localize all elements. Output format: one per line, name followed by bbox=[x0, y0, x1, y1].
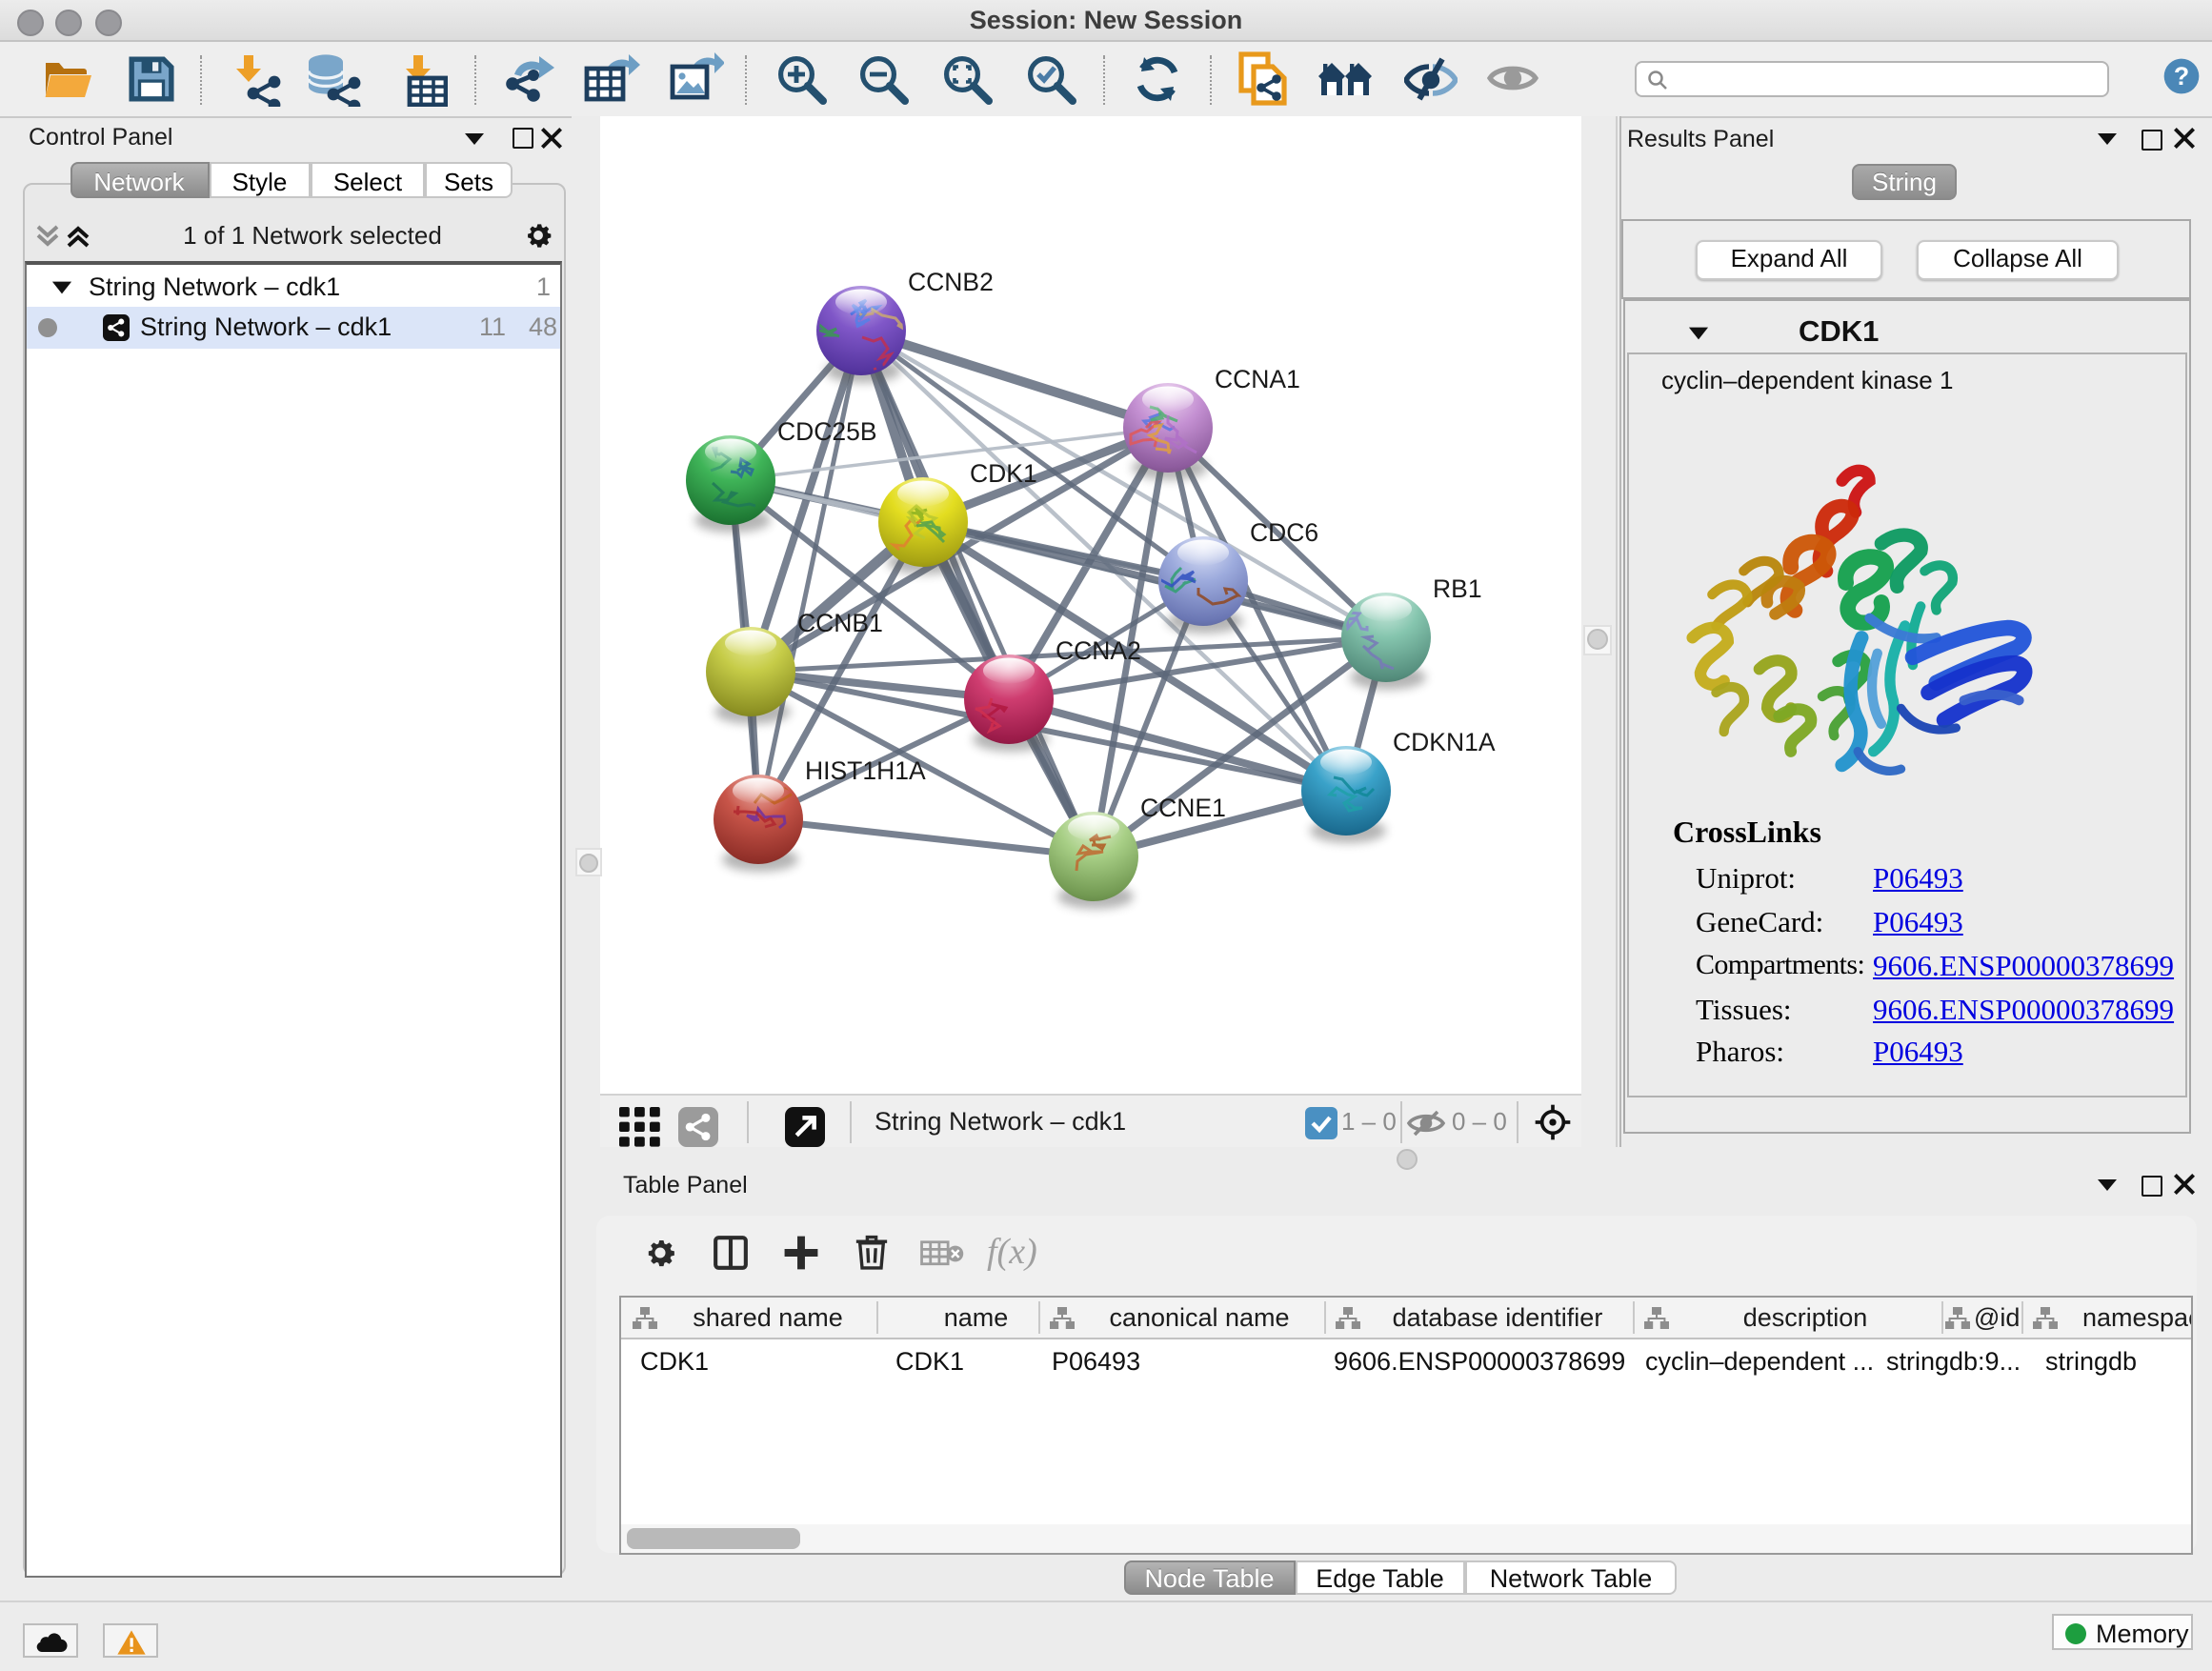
svg-text:CDK1: CDK1 bbox=[970, 459, 1037, 488]
svg-text:CCNB1: CCNB1 bbox=[797, 609, 883, 637]
svg-text:CDC25B: CDC25B bbox=[777, 417, 877, 446]
svg-text:?: ? bbox=[2173, 61, 2188, 90]
svg-text:CCNA2: CCNA2 bbox=[1056, 636, 1141, 665]
svg-text:CCNA1: CCNA1 bbox=[1215, 365, 1300, 393]
svg-text:CCNB2: CCNB2 bbox=[908, 268, 994, 296]
svg-text:HIST1H1A: HIST1H1A bbox=[805, 756, 926, 785]
svg-text:CDKN1A: CDKN1A bbox=[1393, 728, 1496, 756]
svg-text:CDC6: CDC6 bbox=[1250, 518, 1318, 547]
svg-text:RB1: RB1 bbox=[1433, 574, 1482, 603]
svg-text:CCNE1: CCNE1 bbox=[1140, 794, 1226, 822]
